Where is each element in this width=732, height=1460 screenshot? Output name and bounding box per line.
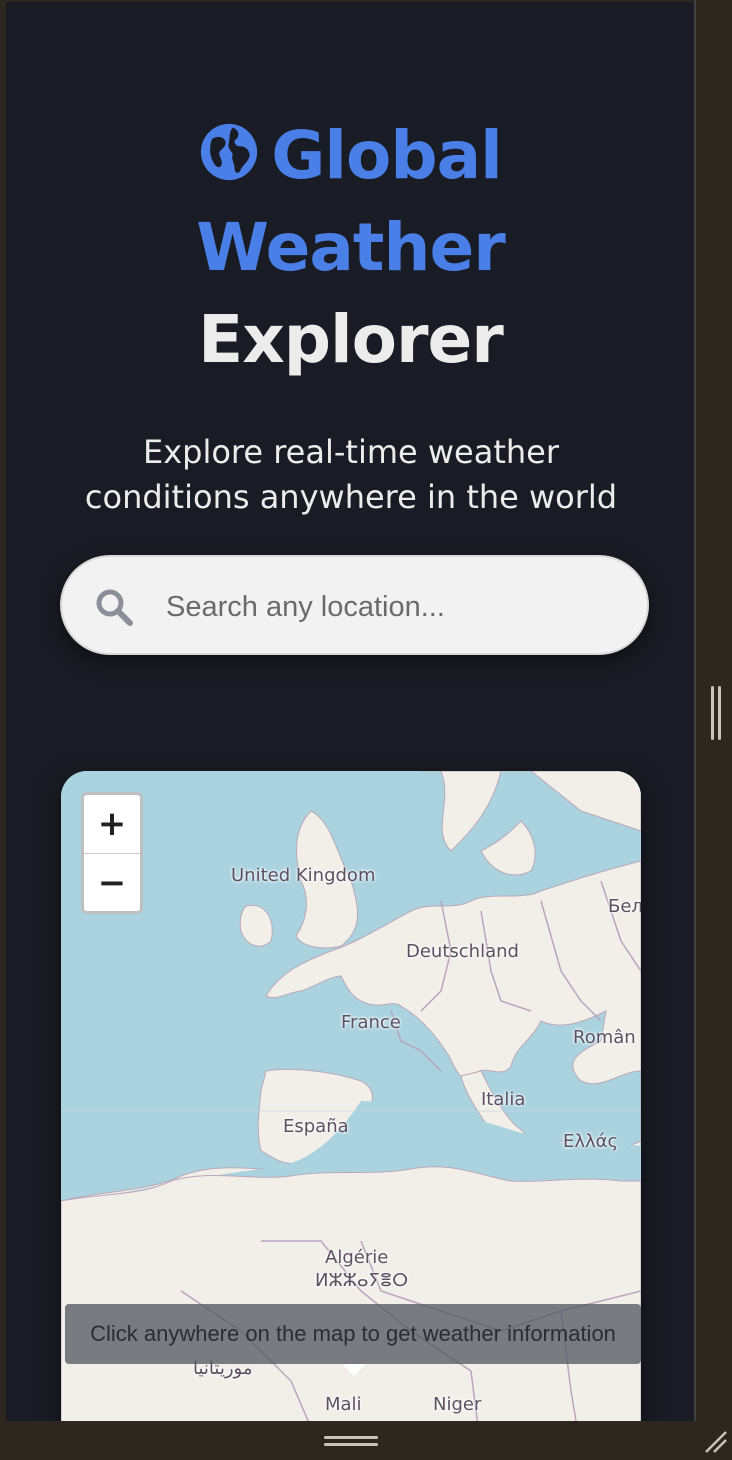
zoom-out-button[interactable]: − bbox=[84, 854, 140, 911]
map-label-uk: United Kingdom bbox=[231, 865, 376, 886]
subtitle: Explore real-time weather conditions any… bbox=[84, 433, 618, 516]
tooltip-arrow bbox=[342, 1364, 366, 1376]
resize-handle-bottom[interactable] bbox=[324, 1434, 380, 1450]
map-label-ro: Român bbox=[573, 1027, 636, 1048]
map-label-ne: Niger bbox=[433, 1394, 482, 1415]
map-label-by: Бел bbox=[608, 896, 641, 917]
zoom-control: + − bbox=[81, 792, 143, 914]
map-label-it: Italia bbox=[481, 1089, 526, 1110]
map-label-ml: Mali bbox=[325, 1394, 362, 1415]
map-label-fr: France bbox=[341, 1012, 401, 1033]
zoom-in-button[interactable]: + bbox=[84, 795, 140, 853]
browser-frame: Global Weather Explorer Explore real-tim… bbox=[0, 0, 732, 1460]
map-tooltip: Click anywhere on the map to get weather… bbox=[65, 1304, 641, 1364]
title-explorer: Explorer bbox=[198, 301, 504, 378]
weather-map[interactable]: United Kingdom Deutschland France Român … bbox=[61, 771, 641, 1421]
globe-icon bbox=[201, 123, 258, 181]
map-label-de: Deutschland bbox=[406, 941, 519, 962]
app-viewport: Global Weather Explorer Explore real-tim… bbox=[6, 2, 695, 1421]
map-label-dz-tifinagh: ⵍⵣⵣⴰⵢⴻⵔ bbox=[315, 1270, 409, 1291]
map-label-gr: Ελλάς bbox=[563, 1131, 619, 1152]
map-label-dz: Algérie bbox=[325, 1247, 389, 1268]
search-bar[interactable] bbox=[60, 555, 649, 655]
resize-corner-icon[interactable] bbox=[700, 1428, 730, 1456]
title-global: Global bbox=[271, 117, 503, 194]
resize-handle-right[interactable] bbox=[708, 686, 724, 740]
viewport-divider bbox=[694, 0, 696, 1421]
map-label-es: España bbox=[283, 1116, 349, 1137]
title-weather: Weather bbox=[196, 209, 506, 286]
search-icon bbox=[96, 589, 133, 626]
page-title: Global Weather Explorer bbox=[6, 110, 695, 386]
search-input[interactable] bbox=[166, 581, 606, 633]
